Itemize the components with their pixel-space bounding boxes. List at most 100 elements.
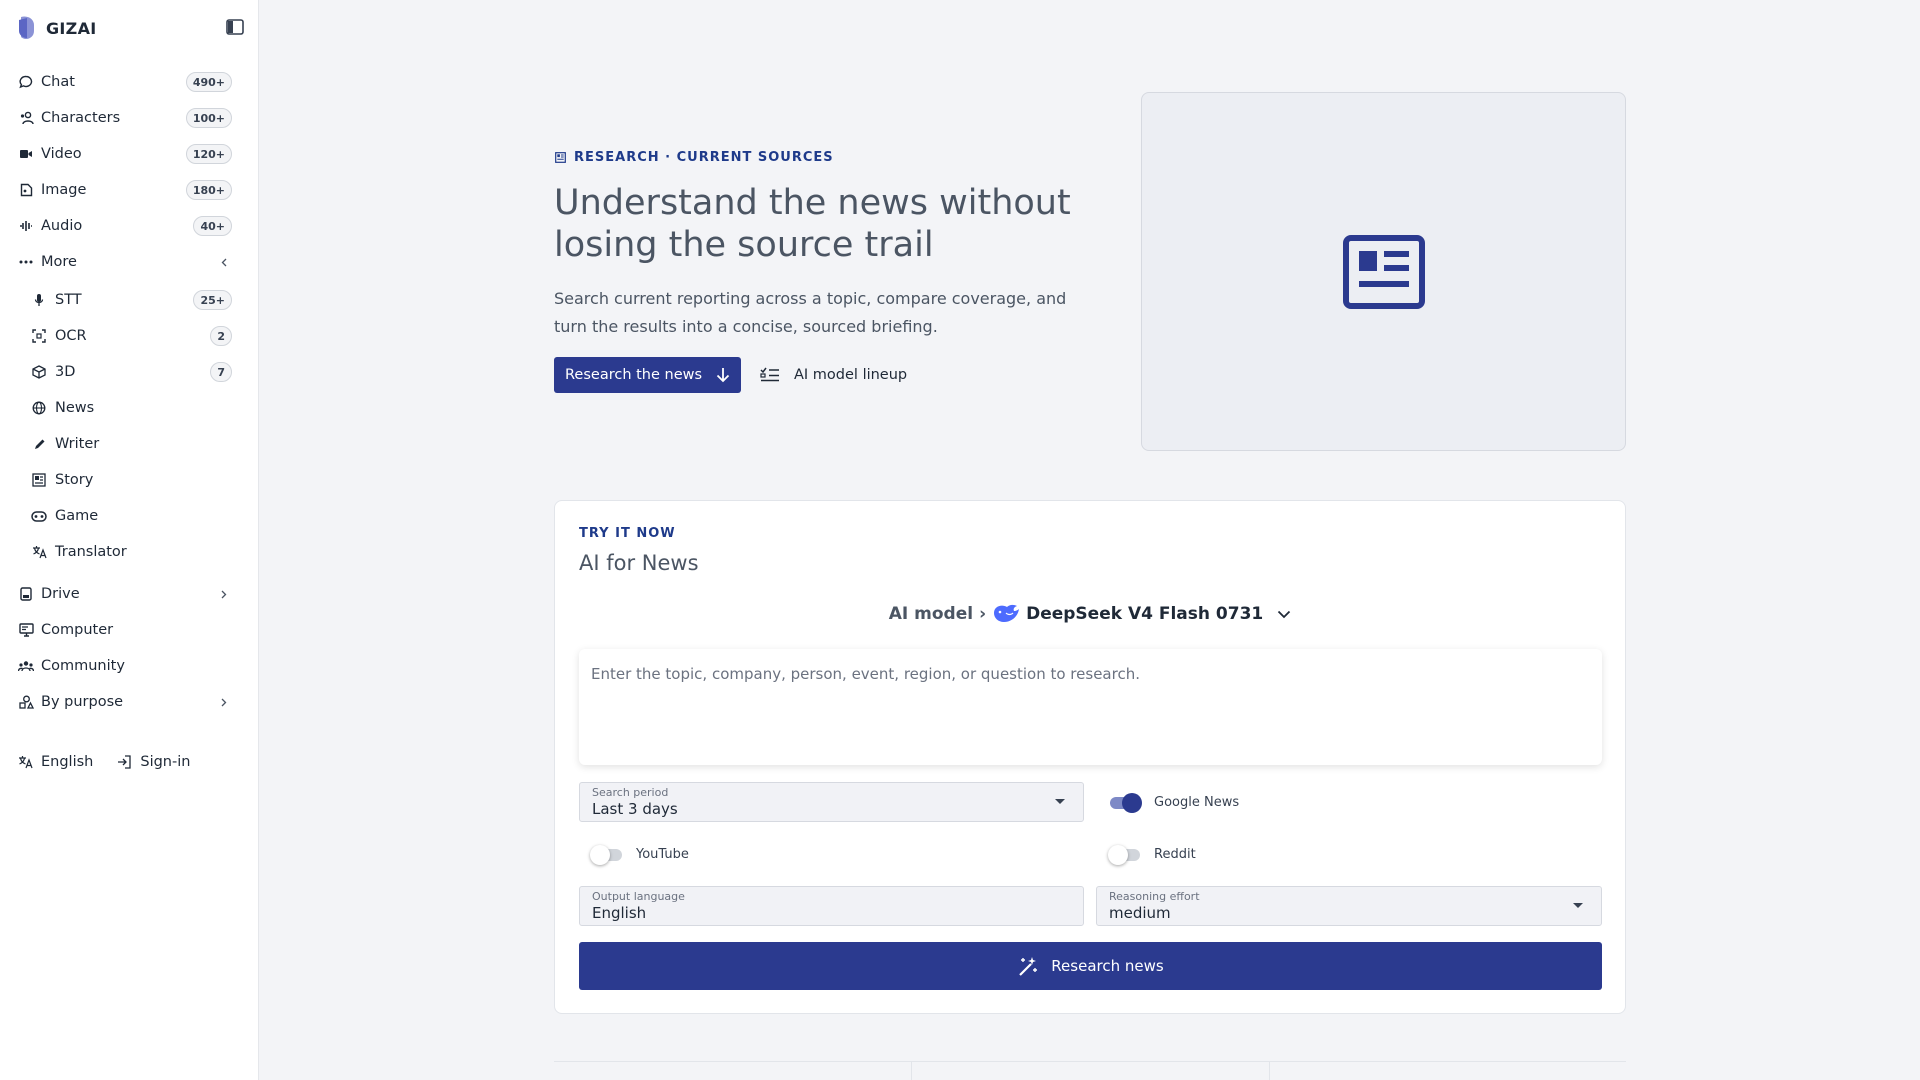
sidebar-item-label: Video [41,146,82,162]
sidebar-footer: English Sign-in [18,750,214,774]
sidebar-item-label: Game [55,508,99,524]
sidebar-toggle-icon [226,19,244,35]
language-button[interactable]: English [18,754,93,770]
ai-model-lineup-link[interactable]: AI model lineup [760,357,907,393]
sidebar-item-ocr[interactable]: OCR 2 [0,320,259,352]
brand[interactable]: GIZAI [18,15,97,41]
deepseek-whale-icon [994,604,1020,622]
toggle-switch[interactable] [1108,844,1142,865]
pen-icon [31,436,47,452]
model-label: AI model [888,604,974,624]
sidebar-item-chat[interactable]: Chat 490+ [0,66,259,98]
sidebar-item-video[interactable]: Video 120+ [0,138,259,170]
sidebar-item-by-purpose[interactable]: By purpose [0,686,259,718]
sidebar-item-story[interactable]: Story [0,464,259,496]
toggle-switch[interactable] [1108,792,1142,813]
count-badge: 100+ [185,108,232,128]
count-badge: 120+ [185,144,232,164]
sidebar-item-audio[interactable]: Audio 40+ [0,210,259,242]
panel-title: AI for News [579,551,699,575]
gizai-logo [19,16,34,39]
sidebar-item-label: Drive [41,586,80,602]
toggle-label: Google News [1154,794,1240,810]
sidebar-item-label: STT [55,292,82,308]
image-icon [18,182,34,198]
sidebar-item-label: Image [41,182,87,198]
sidebar-item-stt[interactable]: STT 25+ [0,284,259,316]
sidebar-item-label: By purpose [41,694,124,710]
sidebar-item-news[interactable]: News [0,392,259,424]
sidebar-item-label: More [41,254,77,270]
sidebar-item-label: Writer [55,436,100,452]
caret-down-icon [1055,799,1065,804]
sidebar-item-label: News [55,400,95,416]
ocr-icon [31,328,47,344]
reasoning-effort-select[interactable]: Reasoning effort medium [1096,886,1602,926]
community-icon [18,658,34,674]
count-badge: 40+ [193,216,232,236]
sidebar-item-label: Characters [41,110,121,126]
reddit-toggle[interactable]: Reddit [1108,842,1196,866]
audio-icon [18,218,34,234]
sidebar-item-computer[interactable]: Computer [0,614,259,646]
sidebar-item-image[interactable]: Image 180+ [0,174,259,206]
research-news-button[interactable]: Research news [579,942,1602,990]
google-news-toggle[interactable]: Google News [1108,790,1239,814]
toggle-label: YouTube [636,846,689,862]
sidebar-item-3d[interactable]: 3D 7 [0,356,259,388]
sidebar-item-game[interactable]: Game [0,500,259,532]
translate-icon [19,756,33,769]
column-divider [911,1062,912,1080]
chat-icon [18,74,34,90]
video-icon [18,146,34,162]
count-badge: 7 [210,362,232,382]
drive-icon [18,586,34,602]
characters-icon [18,110,34,126]
chevron-down-icon [1278,610,1291,618]
page-title: Understand the news without losing the s… [554,183,1071,265]
count-badge: 25+ [193,290,232,310]
sidebar-item-translator[interactable]: Translator [0,536,259,568]
sidebar-item-more[interactable]: More [0,246,259,278]
sidebar: GIZAI Chat 490+ Characters 100+ Video 12… [0,0,259,1080]
search-period-select[interactable]: Search period Last 3 days [579,782,1084,822]
sidebar-item-label: Audio [41,218,83,234]
computer-icon [18,622,34,638]
gamepad-icon [31,508,47,524]
youtube-toggle[interactable]: YouTube [590,842,689,866]
sidebar-item-community[interactable]: Community [0,650,259,682]
brand-name: GIZAI [46,18,97,38]
sidebar-item-drive[interactable]: Drive [0,578,259,610]
story-icon [31,472,47,488]
signin-icon [118,755,132,769]
section-divider [554,1061,1626,1062]
sidebar-item-label: 3D [55,364,76,380]
topic-input[interactable]: Enter the topic, company, person, event,… [579,649,1602,765]
sidebar-toggle-button[interactable] [224,17,246,37]
signin-label: Sign-in [140,754,191,770]
hero-eyebrow: RESEARCH · CURRENT SOURCES [555,150,834,165]
globe-icon [31,400,47,416]
sidebar-item-characters[interactable]: Characters 100+ [0,102,259,134]
signin-button[interactable]: Sign-in [117,754,190,770]
magic-wand-icon [1019,957,1038,976]
sidebar-item-writer[interactable]: Writer [0,428,259,460]
sidebar-item-label: Community [41,658,125,674]
output-language-select[interactable]: Output language English [579,886,1084,926]
count-badge: 180+ [185,180,232,200]
model-name: DeepSeek V4 Flash 0731 [1026,604,1264,624]
count-badge: 490+ [185,72,232,92]
sidebar-item-label: Translator [55,544,127,560]
list-check-icon [760,367,779,382]
count-badge: 2 [210,326,232,346]
caret-down-icon [1573,903,1583,908]
sidebar-item-label: Computer [41,622,114,638]
microphone-icon [31,292,47,308]
column-divider [1269,1062,1270,1080]
cube-icon [31,364,47,380]
chevron-right-icon [219,697,229,707]
model-selector[interactable]: AI model › DeepSeek V4 Flash 0731 [555,599,1625,629]
toggle-switch[interactable] [590,844,624,865]
chevron-right-icon [219,589,229,599]
research-the-news-button[interactable]: Research the news [554,357,742,393]
